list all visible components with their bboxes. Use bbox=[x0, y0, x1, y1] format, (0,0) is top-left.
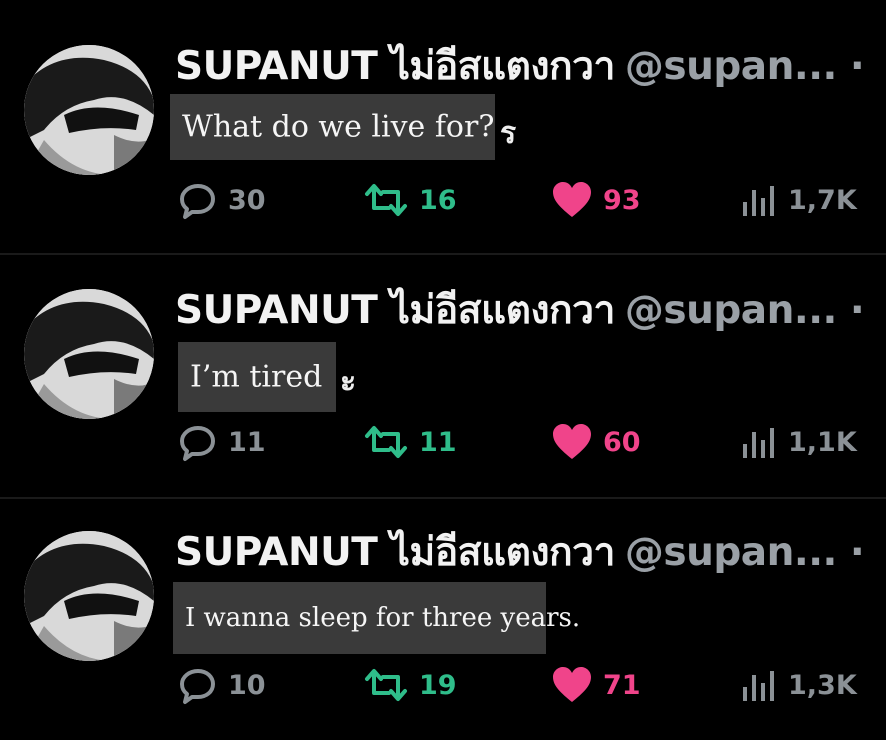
views-icon bbox=[743, 428, 774, 458]
views-icon bbox=[743, 671, 774, 701]
retweet-count: 19 bbox=[419, 669, 457, 701]
tweet[interactable]: SUPANUT ไม่อีสแตงกวา @supan... · I’m tire… bbox=[0, 254, 886, 500]
reply-count: 10 bbox=[228, 669, 266, 701]
view-count: 1,7K bbox=[788, 184, 857, 216]
reply-icon bbox=[180, 184, 215, 219]
avatar-image bbox=[24, 531, 154, 661]
display-name[interactable]: SUPANUT ไม่อีสแตงกวา bbox=[175, 44, 615, 89]
reply-button[interactable]: 30 bbox=[178, 180, 266, 220]
retweet-count: 11 bbox=[419, 426, 457, 458]
tweet[interactable]: SUPANUT ไม่อีสแตงกวา @supan... · I wanna … bbox=[0, 498, 886, 740]
like-count: 93 bbox=[603, 184, 641, 216]
tweet-header: SUPANUT ไม่อีสแตงกวา @supan... · bbox=[175, 42, 865, 92]
tweet-text-box: I wanna sleep for three years. bbox=[173, 582, 580, 654]
avatar-image bbox=[24, 289, 154, 419]
trailing-text: ะ bbox=[340, 364, 357, 399]
avatar[interactable] bbox=[24, 289, 154, 419]
avatar-image bbox=[24, 45, 154, 175]
divider bbox=[0, 497, 886, 499]
view-count: 1,3K bbox=[788, 669, 857, 701]
reply-count: 11 bbox=[228, 426, 266, 458]
user-handle[interactable]: @supan... · bbox=[625, 44, 865, 89]
retweet-icon bbox=[365, 426, 407, 458]
tweet-header: SUPANUT ไม่อีสแตงกวา @supan... · bbox=[175, 528, 865, 578]
tweet-text-box: What do we live for? bbox=[170, 94, 495, 160]
views-button[interactable]: 1,3K bbox=[738, 665, 857, 705]
views-button[interactable]: 1,1K bbox=[738, 422, 857, 462]
like-button[interactable]: 71 bbox=[551, 665, 641, 705]
like-button[interactable]: 93 bbox=[551, 180, 641, 220]
like-button[interactable]: 60 bbox=[551, 422, 641, 462]
tweet-text: I’m tired bbox=[190, 359, 323, 395]
retweet-count: 16 bbox=[419, 184, 457, 216]
views-icon bbox=[743, 186, 774, 216]
like-count: 60 bbox=[603, 426, 641, 458]
avatar[interactable] bbox=[24, 531, 154, 661]
action-bar: 30 16 93 1,7K bbox=[178, 180, 868, 220]
reply-icon bbox=[180, 426, 215, 461]
tweet-text: I wanna sleep for three years. bbox=[185, 603, 581, 633]
display-name[interactable]: SUPANUT ไม่อีสแตงกวา bbox=[175, 288, 615, 333]
reply-icon bbox=[180, 669, 215, 704]
view-count: 1,1K bbox=[788, 426, 857, 458]
heart-icon bbox=[553, 182, 591, 217]
display-name[interactable]: SUPANUT ไม่อีสแตงกวา bbox=[175, 530, 615, 575]
retweet-button[interactable]: 19 bbox=[363, 665, 457, 705]
user-handle[interactable]: @supan... · bbox=[625, 288, 865, 333]
heart-icon bbox=[553, 424, 591, 459]
tweet[interactable]: SUPANUT ไม่อีสแตงกวา @supan... · What do … bbox=[0, 0, 886, 246]
divider bbox=[0, 253, 886, 255]
reply-count: 30 bbox=[228, 184, 266, 216]
like-count: 71 bbox=[603, 669, 641, 701]
retweet-icon bbox=[365, 184, 407, 216]
heart-icon bbox=[553, 667, 591, 702]
tweet-text: What do we live for? bbox=[182, 109, 495, 145]
views-button[interactable]: 1,7K bbox=[738, 180, 857, 220]
action-bar: 11 11 60 1,1K bbox=[178, 422, 868, 462]
reply-button[interactable]: 11 bbox=[178, 422, 266, 462]
avatar[interactable] bbox=[24, 45, 154, 175]
tweet-feed: SUPANUT ไม่อีสแตงกวา @supan... · What do … bbox=[0, 0, 886, 740]
tweet-header: SUPANUT ไม่อีสแตงกวา @supan... · bbox=[175, 286, 865, 336]
reply-button[interactable]: 10 bbox=[178, 665, 266, 705]
retweet-button[interactable]: 16 bbox=[363, 180, 457, 220]
tweet-text-box: I’m tired bbox=[178, 342, 336, 412]
trailing-text: ร bbox=[500, 116, 517, 151]
action-bar: 10 19 71 1,3K bbox=[178, 665, 868, 705]
retweet-button[interactable]: 11 bbox=[363, 422, 457, 462]
user-handle[interactable]: @supan... · bbox=[625, 530, 865, 575]
retweet-icon bbox=[365, 669, 407, 701]
